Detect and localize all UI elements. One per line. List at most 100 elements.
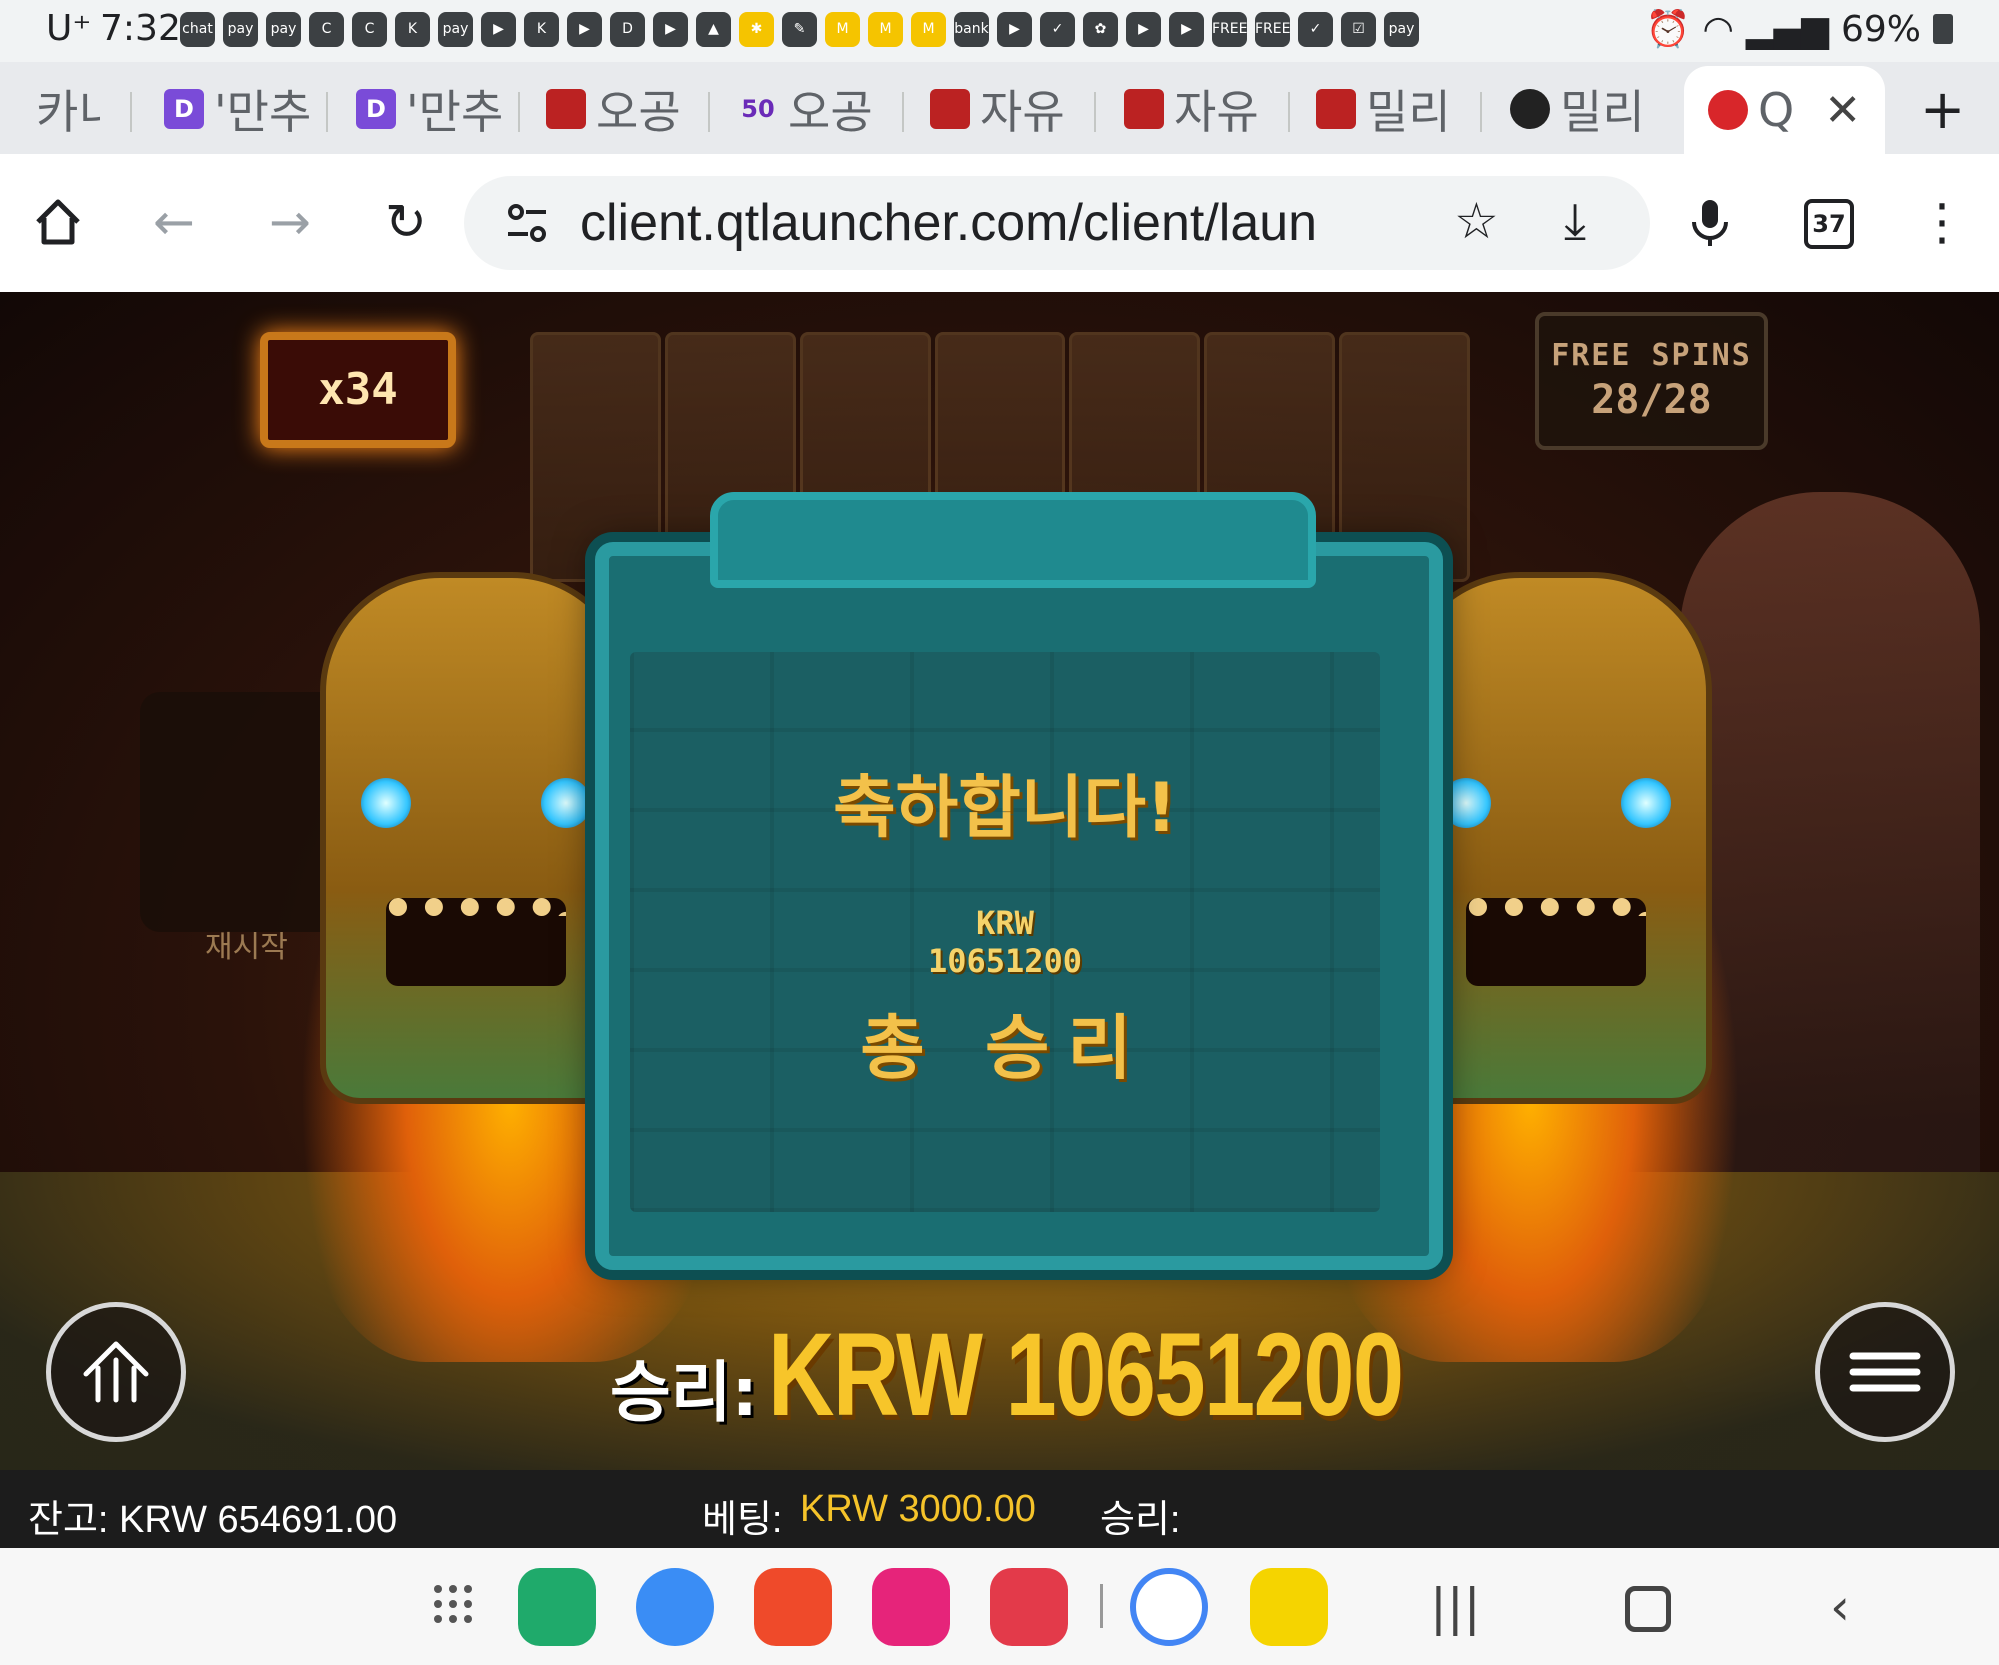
glowing-eye — [361, 778, 411, 828]
notes-app-icon[interactable] — [754, 1568, 832, 1646]
camera-app-icon[interactable] — [990, 1568, 1068, 1646]
popup-currency: KRW — [976, 904, 1034, 942]
tab-separator — [1094, 92, 1096, 132]
system-indicators: ⏰ ◠ ▂▄▆ 69% — [1646, 8, 1953, 50]
tab-strip: 카니 D '만추 D '만추 오공 50 오공 자유 자유 밀리 밀리 Q ✕ — [0, 62, 1999, 154]
tab-favicon-d-icon: D — [356, 89, 396, 129]
multiplier-badge: x34 — [260, 332, 456, 448]
app-drawer-icon[interactable] — [432, 1583, 474, 1625]
tab-title: Q — [1758, 83, 1795, 137]
bookmark-star-icon[interactable]: ☆ — [1454, 192, 1499, 250]
phone-app-icon[interactable] — [518, 1568, 596, 1646]
home-icon — [83, 1341, 149, 1403]
back-icon[interactable]: ← — [146, 194, 202, 250]
tab-favicon-50-icon: 50 — [741, 95, 775, 123]
google-app-icon[interactable] — [1130, 1568, 1208, 1646]
game-menu-button[interactable] — [1815, 1302, 1955, 1442]
tab-title: 밀리 — [1366, 85, 1451, 139]
notification-icon: D — [610, 12, 645, 47]
tab-title: 자유 — [980, 85, 1065, 139]
game-viewport[interactable]: 재시작 x34 FREE SPINS 28/28 축하합니다! KRW 1065… — [0, 292, 1999, 1470]
tab-separator — [708, 92, 710, 132]
jaguar-statue-left — [320, 572, 632, 1104]
mic-icon[interactable] — [1682, 194, 1738, 250]
browser-tab[interactable]: 카니 — [36, 74, 100, 144]
status-bar: U⁺ 7:32 chat pay pay C C K pay ▶ K ▶ D ▶… — [0, 0, 1999, 62]
notification-icon: chat — [180, 12, 215, 47]
browser-tab[interactable]: D '만추 — [356, 74, 506, 144]
tab-title: 오공 — [788, 85, 873, 139]
browser-tab[interactable]: 50 오공 — [738, 74, 888, 144]
tab-favicon-slot-icon — [930, 89, 970, 129]
new-tab-icon[interactable]: + — [1920, 78, 1965, 141]
free-spins-count: 28/28 — [1591, 377, 1712, 423]
browser-tab[interactable]: 자유 — [930, 74, 1080, 144]
notification-icon: pay — [1384, 12, 1419, 47]
more-icon[interactable]: ⋮ — [1914, 194, 1970, 250]
tab-favicon-d-icon: D — [164, 89, 204, 129]
clock: 7:32 — [100, 8, 181, 49]
messages-app-icon[interactable] — [636, 1568, 714, 1646]
win-label: 승리: — [610, 1354, 758, 1431]
jaguar-statue-right — [1400, 572, 1712, 1104]
download-icon[interactable]: ⤓ — [1564, 192, 1586, 251]
jaguar-mouth — [1466, 898, 1646, 986]
browser-tab[interactable]: 밀리 — [1316, 74, 1466, 144]
glowing-eye — [1621, 778, 1671, 828]
tabs-icon[interactable]: 37 — [1804, 199, 1854, 249]
notification-icon: ✎ — [782, 12, 817, 47]
notification-icon: pay — [438, 12, 473, 47]
tab-separator — [1480, 92, 1482, 132]
popup-title: 축하합니다! — [833, 769, 1177, 848]
signal-icon: ▂▄▆ — [1745, 8, 1829, 50]
notification-icon: M — [825, 12, 860, 47]
restart-label[interactable]: 재시작 — [205, 922, 288, 966]
tab-favicon-paw-icon — [1708, 90, 1748, 130]
notification-icon: ✿ — [1083, 12, 1118, 47]
popup-amount: 10651200 — [927, 942, 1083, 980]
gallery-app-icon[interactable] — [872, 1568, 950, 1646]
site-settings-icon[interactable] — [502, 198, 552, 248]
forward-icon[interactable]: → — [262, 194, 318, 250]
close-tab-icon[interactable]: ✕ — [1824, 85, 1861, 136]
browser-tab[interactable]: 오공 — [546, 74, 696, 144]
browser-tab[interactable]: D '만추 — [164, 74, 314, 144]
address-bar[interactable]: client.qtlauncher.com/client/laun ☆ ⤓ — [464, 176, 1650, 270]
tab-favicon-slot-icon — [546, 89, 586, 129]
jaguar-mouth — [386, 898, 566, 986]
wifi-icon: ◠ — [1702, 8, 1734, 50]
notification-icon: pay — [266, 12, 301, 47]
notification-icon: FREE — [1255, 12, 1290, 47]
reload-icon[interactable]: ↻ — [378, 194, 434, 250]
notification-icon: M — [911, 12, 946, 47]
notification-icon: C — [309, 12, 344, 47]
tab-title: 자유 — [1174, 85, 1259, 139]
info-win-label: 승리: — [1100, 1499, 1181, 1541]
carrier-label: U⁺ — [46, 8, 92, 49]
tab-title: 카니 — [36, 85, 100, 139]
home-icon[interactable] — [30, 194, 86, 250]
home-nav-icon[interactable] — [1625, 1586, 1671, 1632]
game-home-button[interactable] — [46, 1302, 186, 1442]
notification-icon: ▶ — [653, 12, 688, 47]
notification-icon: ▶ — [997, 12, 1032, 47]
free-spins-counter: FREE SPINS 28/28 — [1535, 312, 1768, 450]
tab-separator — [130, 92, 132, 132]
notification-icon: ✓ — [1040, 12, 1075, 47]
browser-tab-active[interactable]: Q ✕ — [1684, 66, 1886, 154]
browser-tab[interactable]: 자유 — [1124, 74, 1274, 144]
alarm-icon: ⏰ — [1645, 9, 1691, 50]
recent-apps-icon[interactable]: ||| — [1430, 1578, 1481, 1636]
tab-separator — [1288, 92, 1290, 132]
back-nav-icon[interactable]: ‹ — [1830, 1578, 1850, 1636]
notification-icon: ✱ — [739, 12, 774, 47]
shortcut-app-icon[interactable] — [1250, 1568, 1328, 1646]
tab-favicon-slot-icon — [1316, 89, 1356, 129]
url-text[interactable]: client.qtlauncher.com/client/laun — [580, 192, 1380, 254]
tab-separator — [902, 92, 904, 132]
notification-icon: ▲ — [696, 12, 731, 47]
tab-title: 오공 — [596, 85, 681, 139]
browser-tab[interactable]: 밀리 — [1510, 74, 1660, 144]
notification-icon: ✓ — [1298, 12, 1333, 47]
tab-favicon-slot-icon — [1124, 89, 1164, 129]
